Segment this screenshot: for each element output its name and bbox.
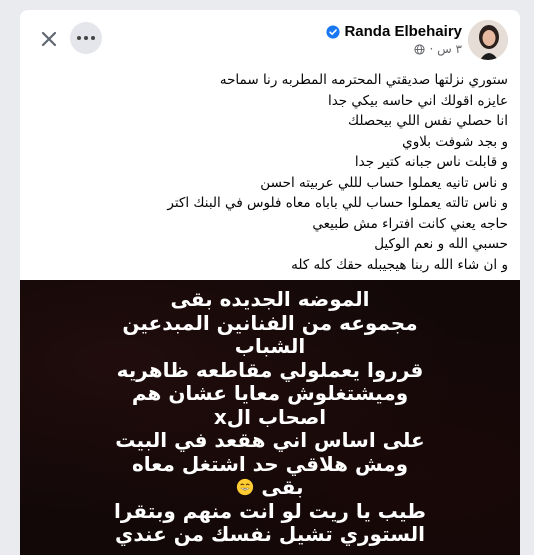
- post-media[interactable]: الموضه الجديده بقى مجموعه من الفنانين ال…: [20, 280, 520, 555]
- more-icon-dot: [91, 36, 95, 40]
- post-line: و قابلت ناس جبانه كتير جدا: [354, 154, 508, 170]
- post-line: عايزه اقولك اني حاسه بيكي جدا: [327, 92, 508, 109]
- story-line: ومش هلاقي حد اشتغل معاه: [131, 451, 409, 476]
- globe-icon: [414, 43, 426, 55]
- story-line: قرروا يعملولي مقاطعه ظاهريه: [116, 357, 424, 382]
- story-line: الستوري تشيل نفسك من عندي: [115, 522, 425, 546]
- story-line: الموضه الجديده بقى: [170, 287, 370, 311]
- post-text: ستوري نزلتها صديقتي المحترمه المطربه رنا…: [32, 70, 508, 275]
- story-line: بقى: [261, 475, 304, 499]
- story-line-with-emoji: بقى: [20, 475, 520, 500]
- verified-badge-icon: [326, 24, 341, 39]
- grinning-emoji-icon: [237, 478, 254, 496]
- post-line: و ناس تالته يعملوا حساب للي باباه معاه ف…: [167, 195, 508, 211]
- story-line: الشباب: [234, 334, 306, 358]
- more-options-button[interactable]: [70, 22, 102, 54]
- post-line: و ان شاء الله ربنا هيجيبله حقك كله كله: [291, 256, 508, 273]
- author-line: Randa Elbehairy: [326, 23, 462, 40]
- post-line: حسبي الله و نعم الوكيل: [374, 236, 508, 252]
- post-card: Randa Elbehairy ٣ س · ستوري نزلتها صديقت…: [20, 10, 520, 555]
- story-line: اصحاب الx: [213, 404, 327, 429]
- story-line: على اساس اني هقعد في البيت: [115, 428, 425, 452]
- more-icon: [77, 36, 81, 40]
- story-text: الموضه الجديده بقى مجموعه من الفنانين ال…: [20, 287, 520, 547]
- post-line: و بجد شوفت بلاوي: [402, 133, 508, 150]
- story-line: وميشتغلوش معايا عشان هم: [131, 381, 409, 405]
- close-button[interactable]: [36, 26, 62, 52]
- post-line: و ناس تانيه يعملوا حساب لللي عربيته احسن: [260, 174, 508, 191]
- post-header: Randa Elbehairy ٣ س ·: [20, 10, 520, 70]
- more-icon-dot: [84, 36, 88, 40]
- post-meta: ٣ س ·: [326, 42, 462, 56]
- author-avatar[interactable]: [468, 20, 508, 60]
- post-line: حاجه يعني كانت افتراء مش طبيعي: [312, 215, 508, 232]
- author-name[interactable]: Randa Elbehairy: [344, 23, 462, 40]
- author-info: Randa Elbehairy ٣ س ·: [326, 23, 462, 56]
- story-line: مجموعه من الفنانين المبدعين: [122, 310, 418, 335]
- post-line: ستوري نزلتها صديقتي المحترمه المطربه رنا…: [219, 72, 508, 88]
- post-timestamp[interactable]: ٣ س ·: [429, 42, 462, 56]
- avatar-image: [468, 20, 508, 60]
- story-line: طيب يا ريت لو انت منهم وبتقرا: [114, 498, 426, 523]
- post-line: انا حصلي نفس اللي بيحصلك: [347, 113, 508, 129]
- close-icon: [41, 31, 57, 47]
